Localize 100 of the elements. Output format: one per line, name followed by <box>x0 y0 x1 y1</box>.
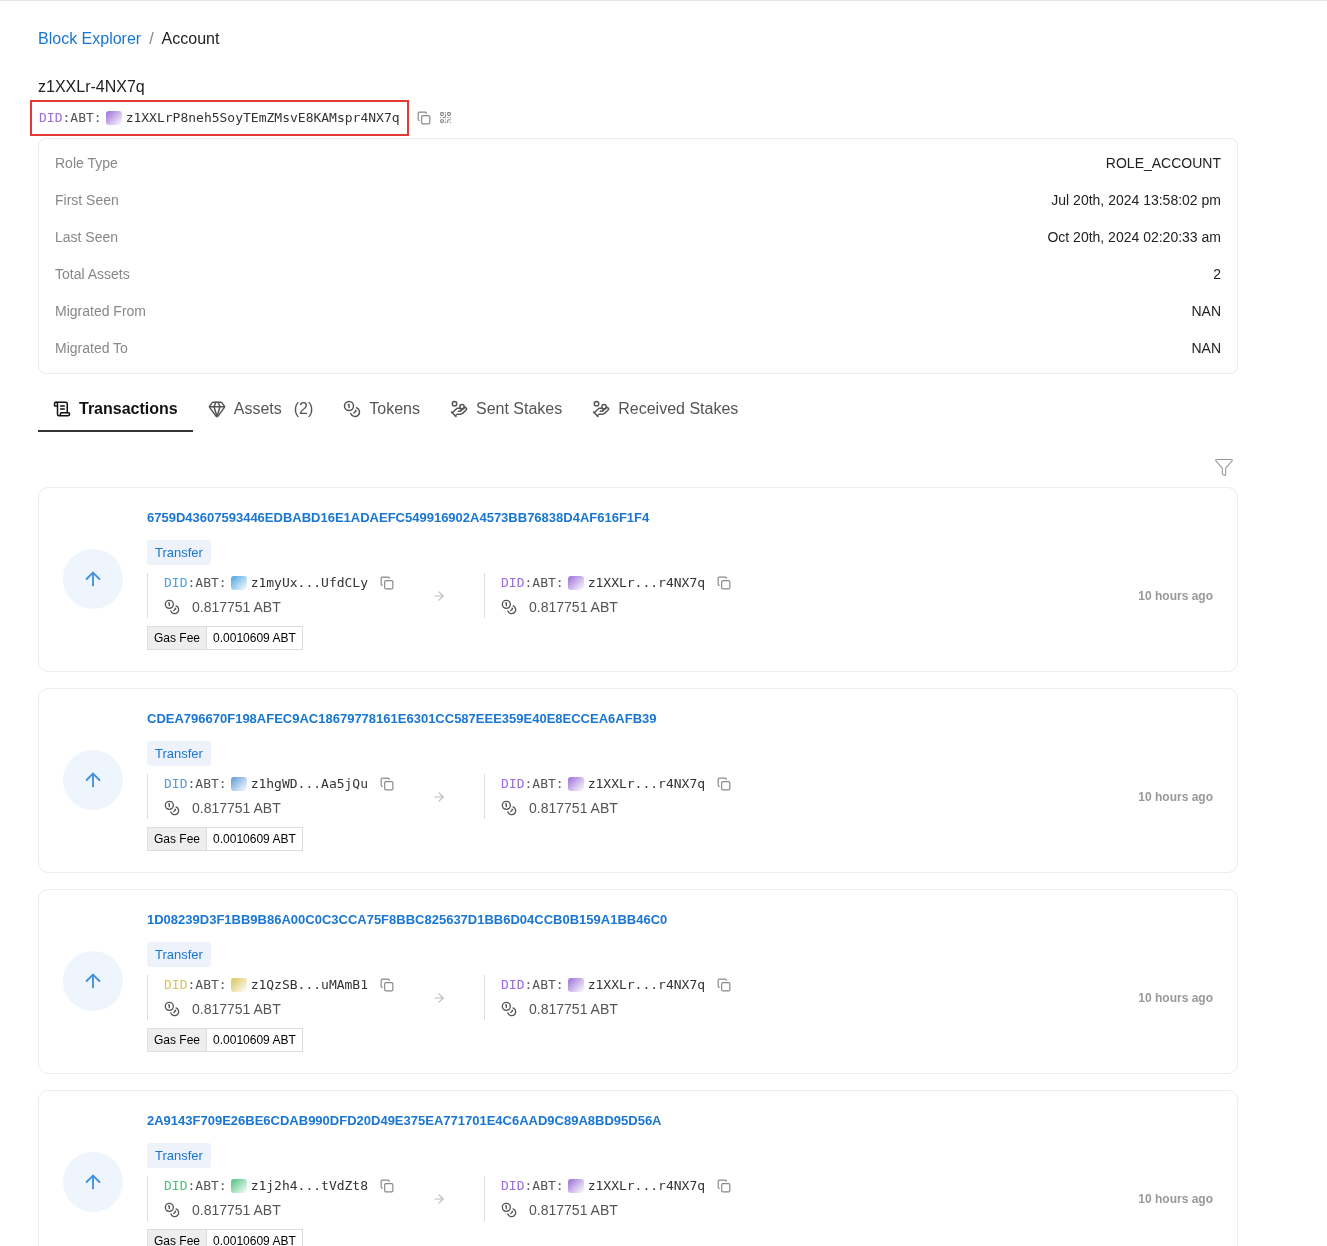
did-address[interactable]: z1XXLr...r4NX7q <box>587 975 706 995</box>
did-prefix: DID <box>164 574 188 593</box>
transaction-hash[interactable]: CDEA796670F198AFEC9AC18679778161E6301CC587EEE359E40E8ECCEA6AFB39 <box>147 709 1213 729</box>
tab[interactable]: Assets (2) <box>192 387 329 432</box>
fee-label: Gas Fee <box>147 826 208 851</box>
did-prefix: DID <box>164 976 188 995</box>
coins-icon <box>164 599 180 616</box>
detail-value: NAN <box>1191 338 1221 358</box>
tab[interactable]: Received Stakes <box>577 387 754 432</box>
did-scheme: :ABT: <box>187 574 227 593</box>
breadcrumb-current: Account <box>161 29 220 49</box>
detail-value: Jul 20th, 2024 13:58:02 pm <box>1051 190 1221 210</box>
tab[interactable]: Sent Stakes <box>435 387 578 432</box>
did-prefix: DID <box>501 1177 525 1196</box>
type-tag: Transfer <box>147 539 211 566</box>
did-address[interactable]: z1hgWD...Aa5jQu <box>250 774 369 794</box>
coins-icon <box>164 1001 180 1018</box>
did-address[interactable]: z1XXLr...r4NX7q <box>587 573 706 593</box>
avatar-icon <box>567 978 584 992</box>
fee-value: 0.0010609 ABT <box>207 1228 303 1246</box>
coins-icon <box>501 800 518 817</box>
did-scheme: :ABT: <box>524 1177 564 1196</box>
did-scheme: :ABT: <box>524 775 564 794</box>
did-scheme: :ABT: <box>187 1177 227 1196</box>
time-ago: 10 hours ago <box>1138 1190 1213 1208</box>
breadcrumb-separator: / <box>149 29 154 49</box>
avatar-icon <box>567 777 584 791</box>
avatar-icon <box>230 978 247 992</box>
detail-label: Total Assets <box>55 264 130 284</box>
avatar-icon <box>567 576 584 590</box>
time-ago: 10 hours ago <box>1138 989 1213 1007</box>
type-tag: Transfer <box>147 941 211 968</box>
time-ago: 10 hours ago <box>1138 587 1213 605</box>
detail-label: First Seen <box>55 190 119 210</box>
amount: 0.817751 ABT <box>192 999 281 1019</box>
fee-value: 0.0010609 ABT <box>207 826 303 851</box>
did-prefix: DID <box>501 976 525 995</box>
coins-icon <box>501 599 518 616</box>
tab-icon <box>207 399 226 418</box>
amount: 0.817751 ABT <box>529 999 618 1019</box>
copy-icon[interactable] <box>416 110 431 125</box>
did-scheme: :ABT: <box>524 574 564 593</box>
did-prefix: DID <box>501 775 525 794</box>
did-prefix: DID <box>501 574 525 593</box>
fee-label: Gas Fee <box>147 1228 208 1246</box>
fee-value: 0.0010609 ABT <box>207 625 303 650</box>
did-scheme: :ABT: <box>187 775 227 794</box>
qr-code-icon[interactable] <box>438 111 452 125</box>
transaction-hash[interactable]: 1D08239D3F1BB9B86A00C0C3CCA75F8BBC825637D1BB6D04CCB0B159A1BB46C0 <box>147 910 1213 930</box>
amount: 0.817751 ABT <box>529 597 618 617</box>
copy-icon[interactable] <box>717 978 732 992</box>
did-address[interactable]: z1j2h4...tVdZt8 <box>250 1176 369 1196</box>
did-prefix: DID <box>164 775 188 794</box>
tab[interactable]: Transactions <box>38 387 193 432</box>
tab-icon <box>592 399 611 418</box>
filter-icon[interactable] <box>1214 456 1234 477</box>
detail-label: Role Type <box>55 153 118 173</box>
arrow-right-icon <box>432 1191 447 1206</box>
detail-value: NAN <box>1191 301 1221 321</box>
copy-icon[interactable] <box>380 576 395 590</box>
type-tag: Transfer <box>147 740 211 767</box>
copy-icon[interactable] <box>717 777 732 791</box>
coins-icon <box>501 1202 518 1219</box>
amount: 0.817751 ABT <box>192 597 281 617</box>
did-prefix: DID <box>164 1177 188 1196</box>
did-address: z1XXLrP8neh5SoyTEmZMsvE8KAMspr4NX7q <box>125 109 400 127</box>
fee-label: Gas Fee <box>147 625 208 650</box>
amount: 0.817751 ABT <box>529 798 618 818</box>
breadcrumb-link[interactable]: Block Explorer <box>38 27 142 51</box>
copy-icon[interactable] <box>717 1179 732 1193</box>
did-scheme: :ABT: <box>187 976 227 995</box>
detail-label: Last Seen <box>55 227 119 247</box>
tab-icon <box>450 399 468 418</box>
transaction-hash[interactable]: 2A9143F709E26BE6CDAB990DFD20D49E375EA771701E4C6AAD9C89A8BD95D56A <box>147 1111 1213 1131</box>
detail-value: 2 <box>1213 264 1221 284</box>
did-address[interactable]: z1QzSB...uMAmB1 <box>250 975 369 995</box>
did-address[interactable]: z1XXLr...r4NX7q <box>587 774 706 794</box>
avatar-icon <box>230 777 247 791</box>
type-tag: Transfer <box>147 1142 211 1169</box>
amount: 0.817751 ABT <box>529 1200 618 1220</box>
detail-value: ROLE_ACCOUNT <box>1105 153 1221 173</box>
avatar-icon <box>105 110 122 125</box>
tab[interactable]: Tokens <box>328 387 435 432</box>
avatar-icon <box>567 1179 584 1193</box>
coins-icon <box>501 1001 518 1018</box>
tab-icon <box>53 399 71 418</box>
copy-icon[interactable] <box>380 1179 395 1193</box>
detail-value: Oct 20th, 2024 02:20:33 am <box>1047 227 1221 247</box>
copy-icon[interactable] <box>717 576 732 590</box>
transaction-hash[interactable]: 6759D43607593446EDBABD16E1ADAEFC549916902A4573BB76838D4AF616F1F4 <box>147 508 1213 528</box>
account-name: z1XXLr-4NX7q <box>38 77 146 97</box>
did-scheme: :ABT: <box>62 109 102 127</box>
copy-icon[interactable] <box>380 978 395 992</box>
did-prefix: DID <box>39 109 63 127</box>
detail-label: Migrated To <box>55 338 128 358</box>
did-address[interactable]: z1XXLr...r4NX7q <box>587 1176 706 1196</box>
amount: 0.817751 ABT <box>192 798 281 818</box>
fee-label: Gas Fee <box>147 1027 208 1052</box>
did-address[interactable]: z1myUx...UfdCLy <box>250 573 369 593</box>
copy-icon[interactable] <box>380 777 395 791</box>
